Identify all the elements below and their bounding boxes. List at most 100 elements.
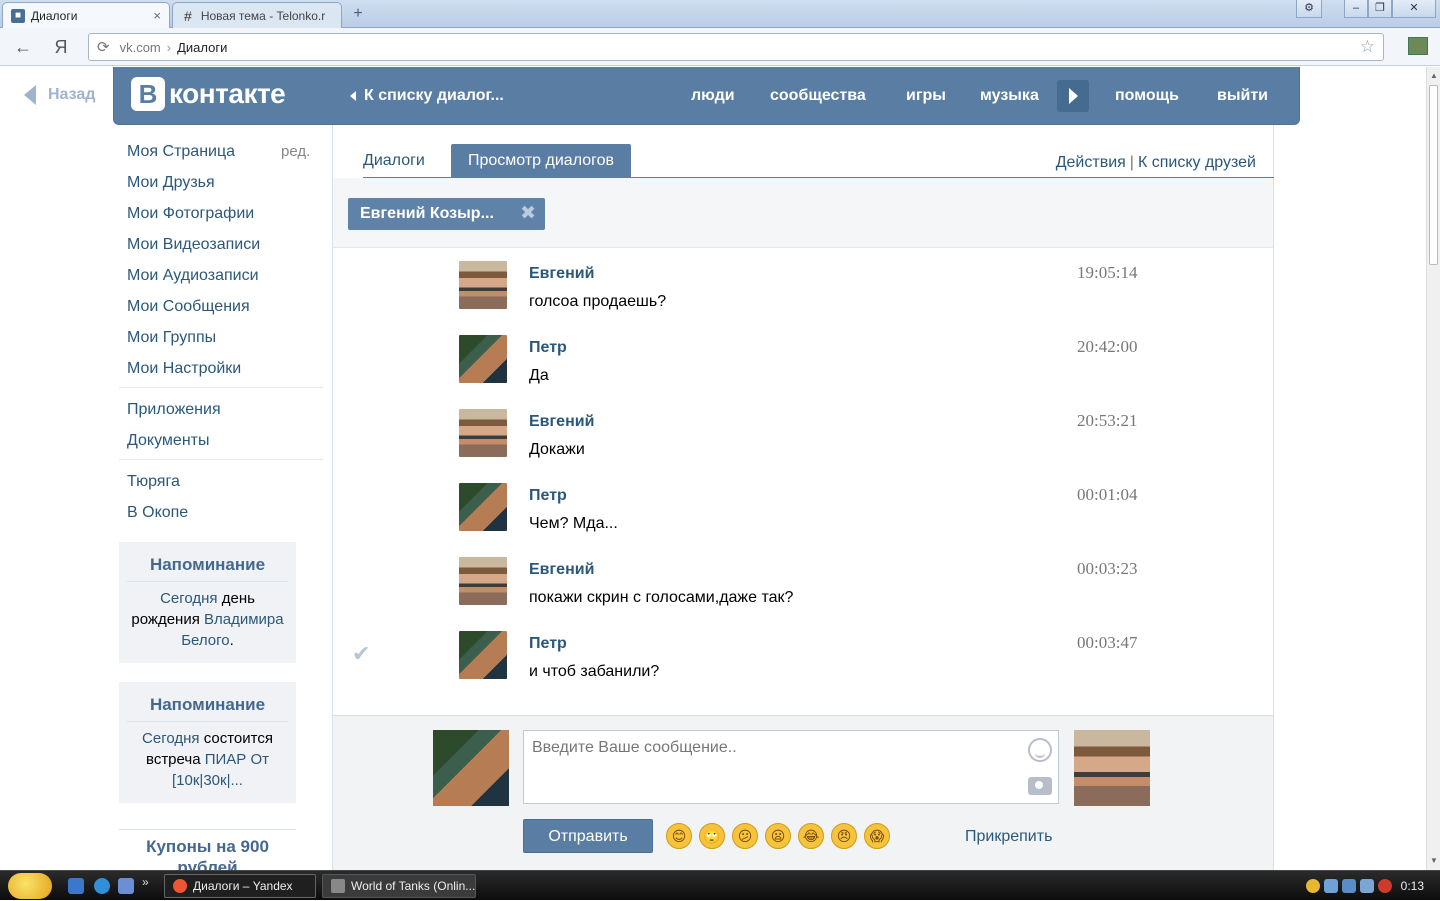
tab-view-dialogs[interactable]: Просмотр диалогов xyxy=(451,144,631,178)
scroll-thumb[interactable] xyxy=(1429,85,1438,265)
antivirus-icon[interactable] xyxy=(1378,879,1392,893)
send-button[interactable]: Отправить xyxy=(523,819,653,853)
avatar[interactable] xyxy=(459,409,507,457)
sidebar-item-photos[interactable]: Мои Фотографии xyxy=(127,205,254,223)
coupon-ad-title[interactable]: Купоны на 900 рублей xyxy=(119,829,296,870)
nav-communities[interactable]: сообщества xyxy=(770,87,866,105)
vk-logo[interactable]: В контакте xyxy=(131,77,286,111)
restore-button[interactable]: ❐ xyxy=(1368,0,1392,18)
reminder-today-link[interactable]: Сегодня xyxy=(160,590,218,607)
remove-participant-icon[interactable]: ✖ xyxy=(520,198,536,230)
start-button[interactable] xyxy=(8,873,52,899)
back-button[interactable]: ← xyxy=(10,34,36,60)
message-row[interactable]: Евгений голсоа продаешь? 19:05:14 xyxy=(333,253,1273,327)
sidebar-item-group-turyaga[interactable]: Тюряга xyxy=(127,473,180,491)
sidebar-item-apps[interactable]: Приложения xyxy=(127,401,221,419)
message-author[interactable]: Евгений xyxy=(529,265,594,283)
recipient-avatar[interactable] xyxy=(1074,730,1150,806)
avatar[interactable] xyxy=(459,557,507,605)
message-author[interactable]: Евгений xyxy=(529,561,594,579)
close-tab-icon[interactable]: × xyxy=(153,8,161,23)
sidebar-item-my-page[interactable]: Моя Страница xyxy=(127,143,235,161)
nav-games[interactable]: игры xyxy=(906,87,946,105)
sidebar-item-friends[interactable]: Мои Друзья xyxy=(127,174,215,192)
nav-logout[interactable]: выйти xyxy=(1217,87,1268,105)
back-to-dialogs-link[interactable]: К списку диалог... xyxy=(350,87,504,105)
sidebar-item-videos[interactable]: Мои Видеозаписи xyxy=(127,236,260,254)
new-tab-button[interactable]: + xyxy=(346,4,370,24)
reload-icon[interactable]: ⟳ xyxy=(97,38,110,56)
message-row[interactable]: Петр Да 20:42:00 xyxy=(333,327,1273,401)
smile-icon[interactable] xyxy=(1028,738,1052,762)
quick-launch-more-icon[interactable]: » xyxy=(142,875,149,889)
emoji-tears-icon[interactable]: 😂 xyxy=(798,823,824,849)
my-avatar[interactable] xyxy=(433,730,509,806)
taskbar-window-yandex[interactable]: Диалоги – Yandex xyxy=(164,874,316,898)
network-icon[interactable] xyxy=(1342,879,1356,893)
camera-icon[interactable] xyxy=(1028,777,1052,795)
avatar[interactable] xyxy=(459,631,507,679)
tab-telonko[interactable]: # Новая тема - Telonko.r xyxy=(172,2,342,28)
scroll-up-icon[interactable]: ▲ xyxy=(1427,69,1440,83)
message-author[interactable]: Петр xyxy=(529,487,567,505)
read-check-icon: ✔ xyxy=(352,641,371,666)
sidebar-item-group-okop[interactable]: В Окопе xyxy=(127,504,188,522)
sidebar-item-groups[interactable]: Мои Группы xyxy=(127,329,216,347)
sidebar-item-messages[interactable]: Мои Сообщения xyxy=(127,298,250,316)
save-icon[interactable] xyxy=(118,878,134,894)
network-icon[interactable] xyxy=(1324,879,1338,893)
volume-icon[interactable] xyxy=(1360,879,1374,893)
friends-list-link[interactable]: К списку друзей xyxy=(1138,154,1256,171)
emoji-rolleyes-icon[interactable]: 🙄 xyxy=(699,823,725,849)
star-icon[interactable]: ☆ xyxy=(1360,37,1375,57)
reminder-period: . xyxy=(229,632,234,649)
reminder-today-link[interactable]: Сегодня xyxy=(142,730,200,747)
tab-dialogs[interactable]: ■ Диалоги × xyxy=(2,2,170,28)
message-row[interactable]: Евгений Докажи 20:53:21 xyxy=(333,401,1273,475)
tray-app-icon[interactable] xyxy=(1306,879,1320,893)
emoji-confused-icon[interactable]: 😕 xyxy=(732,823,758,849)
sidebar-item-settings[interactable]: Мои Настройки xyxy=(127,360,241,378)
emoji-scream-icon[interactable]: 😱 xyxy=(864,823,890,849)
sidebar-item-docs[interactable]: Документы xyxy=(127,432,209,450)
emoji-smile-icon[interactable]: 😊 xyxy=(666,823,692,849)
message-row[interactable]: Петр Чем? Мда... 00:01:04 xyxy=(333,475,1273,549)
emoji-angry-icon[interactable]: 😠 xyxy=(831,823,857,849)
edit-link[interactable]: ред. xyxy=(281,143,310,160)
minimize-button[interactable]: – xyxy=(1344,0,1368,18)
message-row[interactable]: Евгений покажи скрин с голосами,даже так… xyxy=(333,549,1273,623)
avatar[interactable] xyxy=(459,261,507,309)
sidebar-item-audio[interactable]: Мои Аудиозаписи xyxy=(127,267,259,285)
avatar[interactable] xyxy=(459,483,507,531)
nav-music[interactable]: музыка xyxy=(980,87,1039,105)
message-author[interactable]: Петр xyxy=(529,635,567,653)
close-window-button[interactable]: ✕ xyxy=(1392,0,1436,18)
avatar[interactable] xyxy=(459,335,507,383)
settings-icon[interactable]: ⚙ xyxy=(1296,0,1322,18)
extension-icon[interactable] xyxy=(1408,37,1428,55)
browser-navbar: ← Я ⟳ vk.com › Диалоги ☆ xyxy=(0,28,1440,66)
music-play-button[interactable] xyxy=(1057,80,1089,112)
tab-dialogs-list[interactable]: Диалоги xyxy=(363,152,425,170)
ie-icon[interactable] xyxy=(94,878,110,894)
page-scrollbar[interactable]: ▲ ▼ xyxy=(1426,67,1440,870)
message-input[interactable]: Введите Ваше сообщение.. xyxy=(523,730,1059,804)
quick-launch-icon[interactable] xyxy=(68,878,84,894)
actions-link[interactable]: Действия xyxy=(1056,154,1126,171)
address-bar[interactable]: ⟳ vk.com › Диалоги ☆ xyxy=(88,33,1384,61)
participant-chip[interactable]: Евгений Козыр... ✖ xyxy=(348,198,545,230)
message-author[interactable]: Петр xyxy=(529,339,567,357)
message-time: 19:05:14 xyxy=(1077,263,1138,282)
taskbar-window-wot[interactable]: World of Tanks (Onlin... xyxy=(322,874,476,898)
page: Назад В контакте К списку диалог... люди… xyxy=(0,67,1426,870)
yandex-button[interactable]: Я xyxy=(48,34,74,60)
message-time: 00:01:04 xyxy=(1077,485,1138,504)
emoji-frown-icon[interactable]: 😦 xyxy=(765,823,791,849)
back-link[interactable]: Назад xyxy=(24,85,95,105)
scroll-down-icon[interactable]: ▼ xyxy=(1427,854,1440,868)
message-row[interactable]: ✔ Петр и чтоб забанили? 00:03:47 xyxy=(333,623,1273,697)
nav-help[interactable]: помощь xyxy=(1115,87,1179,105)
message-author[interactable]: Евгений xyxy=(529,413,594,431)
attach-link[interactable]: Прикрепить xyxy=(965,828,1052,846)
nav-people[interactable]: люди xyxy=(691,87,735,105)
